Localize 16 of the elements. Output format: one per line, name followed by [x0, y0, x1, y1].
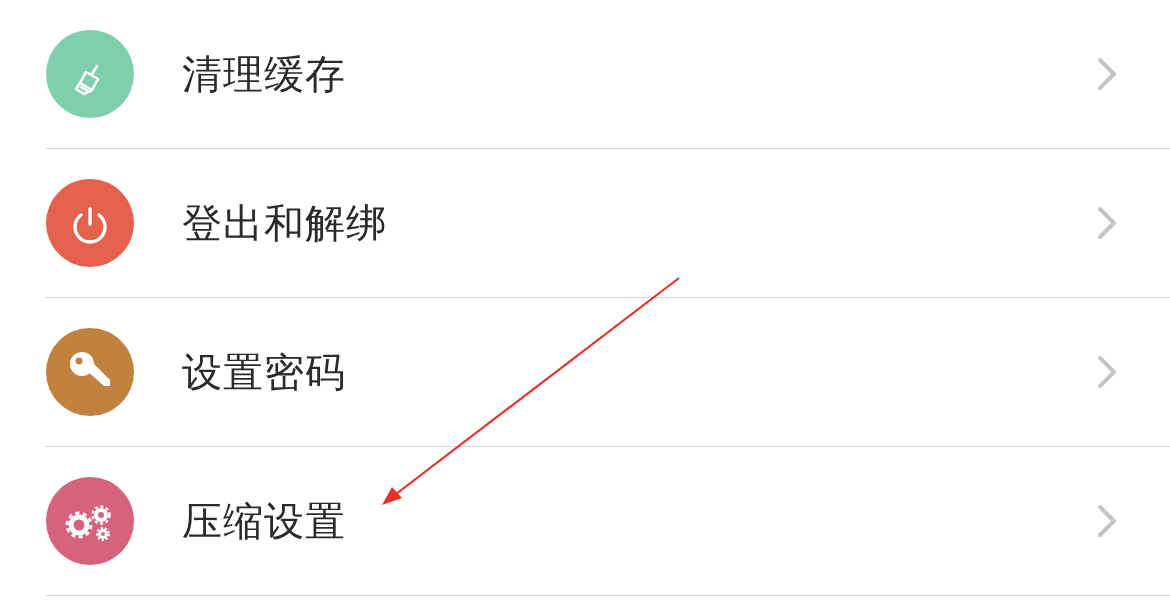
chevron-icon [1098, 505, 1116, 537]
key-icon [70, 352, 110, 386]
settings-row[interactable]: 清理缓存 [46, 0, 1170, 149]
settings-row[interactable]: 登出和解绑 [46, 149, 1170, 298]
settings-label: 压缩设置 [182, 496, 347, 546]
chevron-icon [1098, 207, 1116, 239]
settings-label: 设置密码 [182, 347, 347, 397]
broom-icon [74, 64, 100, 96]
chevron-icon [1098, 58, 1116, 90]
power-icon [73, 207, 107, 244]
gears-icon [65, 505, 111, 541]
settings-row[interactable]: 压缩设置 [46, 447, 1170, 596]
settings-label: 登出和解绑 [182, 198, 388, 248]
settings-row[interactable]: 设置密码 [46, 298, 1170, 447]
chevron-icon [1098, 356, 1116, 388]
settings-label: 清理缓存 [182, 49, 347, 99]
